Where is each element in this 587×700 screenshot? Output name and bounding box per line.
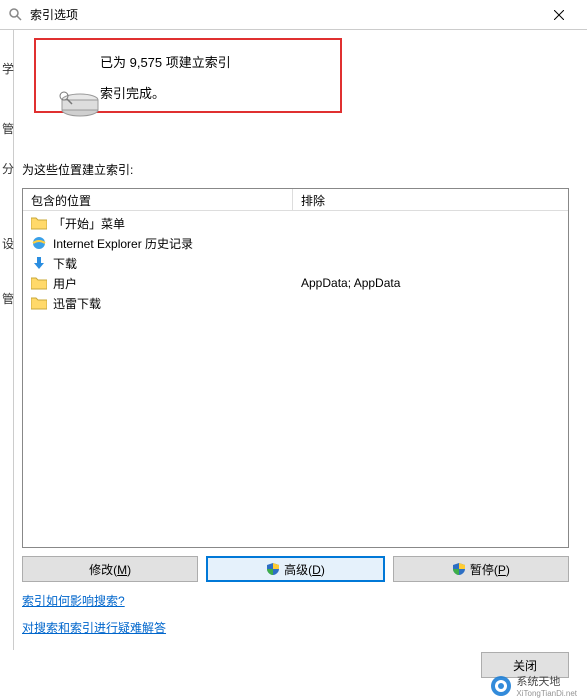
shield-icon: [266, 562, 280, 576]
indexed-count-text: 已为 9,575 项建立索引: [100, 52, 330, 71]
help-links: 索引如何影响搜索? 对搜索和索引进行疑难解答: [22, 592, 569, 636]
list-item[interactable]: 「开始」菜单: [23, 213, 568, 233]
folder-icon: [31, 295, 47, 311]
shield-icon: [452, 562, 466, 576]
list-item-label: 用户: [53, 275, 77, 292]
list-item-label: Internet Explorer 历史记录: [53, 235, 193, 252]
drive-icon: [58, 90, 102, 125]
column-excluded[interactable]: 排除: [293, 189, 568, 210]
list-item[interactable]: Internet Explorer 历史记录: [23, 233, 568, 253]
close-icon: [554, 10, 564, 20]
indexing-options-icon: [8, 7, 24, 23]
list-item[interactable]: 迅雷下载: [23, 293, 568, 313]
modify-button[interactable]: 修改(M): [22, 556, 198, 582]
advanced-button[interactable]: 高级(D): [206, 556, 384, 582]
watermark-name: 系统天地: [516, 676, 560, 688]
action-buttons: 修改(M) 高级(D) 暂停(P): [22, 556, 569, 582]
list-item[interactable]: 用户 AppData; AppData: [23, 273, 568, 293]
modify-button-label: 修改(M): [89, 561, 131, 578]
link-how-indexing-affects[interactable]: 索引如何影响搜索?: [22, 592, 569, 609]
window-title: 索引选项: [30, 6, 539, 23]
link-troubleshoot-search[interactable]: 对搜索和索引进行疑难解答: [22, 619, 569, 636]
folder-icon: [31, 275, 47, 291]
locations-label: 为这些位置建立索引:: [22, 161, 569, 178]
list-body: 「开始」菜单 Internet Explorer 历史记录: [23, 211, 568, 547]
list-item-label: 迅雷下载: [53, 295, 101, 312]
watermark: 系统天地 XiTongTianDi.net: [490, 673, 577, 698]
locations-list: 包含的位置 排除 「开始」菜单: [22, 188, 569, 548]
list-item[interactable]: 下载: [23, 253, 568, 273]
list-item-label: 下载: [53, 255, 77, 272]
pause-button-label: 暂停(P): [470, 561, 510, 578]
ie-icon: [31, 235, 47, 251]
watermark-logo-icon: [490, 675, 512, 697]
watermark-url: XiTongTianDi.net: [516, 689, 577, 698]
folder-icon: [31, 215, 47, 231]
column-included[interactable]: 包含的位置: [23, 189, 293, 210]
download-arrow-icon: [31, 255, 47, 271]
titlebar: 索引选项: [0, 0, 587, 30]
list-item-label: 「开始」菜单: [53, 215, 125, 232]
indexing-complete-text: 索引完成。: [100, 83, 330, 102]
list-header: 包含的位置 排除: [23, 189, 568, 211]
close-button[interactable]: [539, 1, 579, 29]
left-cropped-region: 学 管 分 设 管: [0, 30, 14, 650]
pause-button[interactable]: 暂停(P): [393, 556, 569, 582]
list-item-excluded: AppData; AppData: [293, 276, 568, 290]
advanced-button-label: 高级(D): [284, 561, 325, 578]
